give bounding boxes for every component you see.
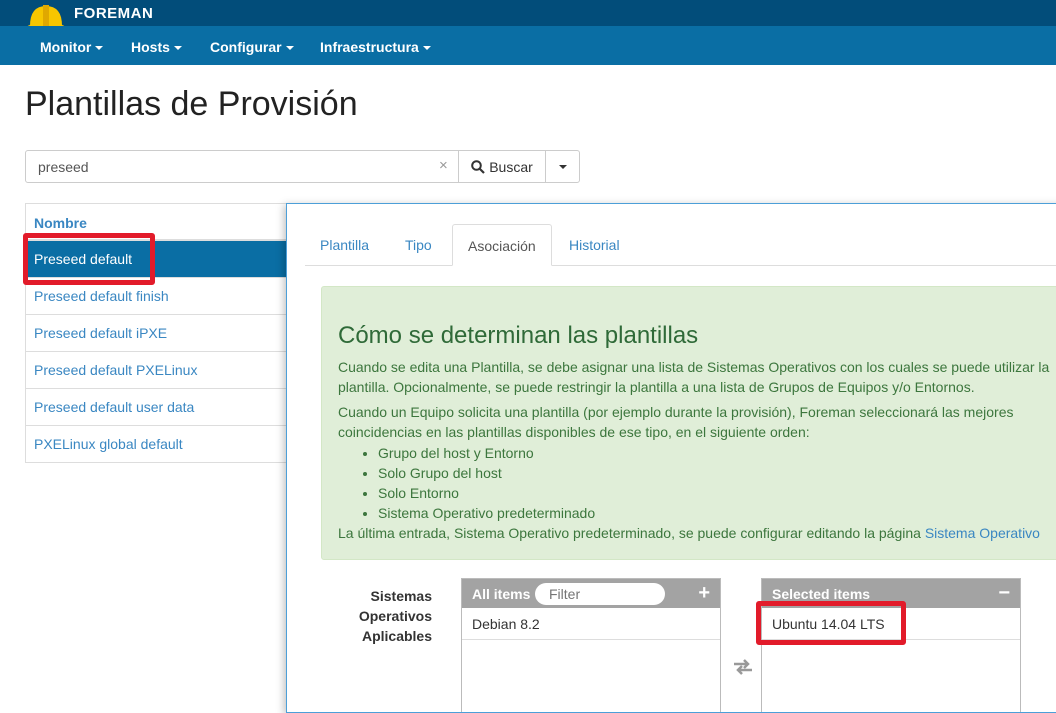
label-line: Sistemas (370, 588, 432, 604)
list-item-selected[interactable]: Preseed default (25, 241, 287, 278)
nav-monitor-label: Monitor (40, 39, 92, 55)
nav-configurar[interactable]: Configurar (210, 39, 294, 55)
applicable-os-label: Sistemas Operativos Aplicables (337, 586, 432, 646)
caret-down-icon (559, 165, 567, 169)
info-footer: La última entrada, Sistema Operativo pre… (338, 523, 1040, 543)
info-text: Cuando un Equipo solicita una plantilla … (338, 404, 1014, 420)
label-line: Operativos (358, 608, 432, 624)
order-item: Solo Grupo del host (378, 463, 595, 483)
os-link[interactable]: Sistema Operativo (925, 525, 1040, 541)
info-paragraph-1: Cuando se edita una Plantilla, se debe a… (338, 357, 1049, 397)
tab-bar: Plantilla Tipo Asociación Historial (305, 224, 1056, 266)
label-line: Aplicables (361, 628, 432, 644)
filter-input[interactable] (535, 583, 665, 605)
caret-down-icon (285, 46, 294, 51)
column-header-name[interactable]: Nombre (25, 203, 287, 241)
caret-down-icon (173, 46, 182, 51)
nav-hosts-label: Hosts (131, 39, 170, 55)
selected-items-title: Selected items (772, 586, 871, 602)
list-item[interactable]: Preseed default iPXE (25, 315, 287, 352)
order-list: Grupo del host y Entorno Solo Grupo del … (378, 443, 595, 523)
nav-hosts[interactable]: Hosts (131, 39, 182, 55)
nav-configurar-label: Configurar (210, 39, 282, 55)
add-all-icon[interactable]: + (698, 582, 710, 605)
list-item[interactable]: Preseed default finish (25, 278, 287, 315)
order-item: Solo Entorno (378, 483, 595, 503)
info-text: Cuando se edita una Plantilla, se debe a… (338, 359, 1050, 375)
info-paragraph-2: Cuando un Equipo solicita una plantilla … (338, 402, 1013, 442)
info-title: Cómo se determinan las plantillas (338, 322, 699, 349)
order-item: Sistema Operativo predeterminado (378, 503, 595, 523)
clear-search-icon[interactable]: × (439, 157, 448, 174)
search-icon (471, 159, 485, 174)
all-items-box: All items + Debian 8.2 (461, 578, 721, 712)
selected-items-header: Selected items − (762, 579, 1020, 608)
tab-tipo[interactable]: Tipo (390, 224, 447, 266)
list-item[interactable]: Debian 8.2 (462, 608, 720, 640)
list-item[interactable]: PXELinux global default (25, 426, 287, 463)
caret-down-icon (422, 46, 431, 51)
info-footer-text: La última entrada, Sistema Operativo pre… (338, 525, 925, 541)
template-edit-panel: Plantilla Tipo Asociación Historial Cómo… (286, 203, 1056, 713)
all-items-header: All items + (462, 579, 720, 608)
all-items-title: All items (472, 586, 531, 602)
brand-name[interactable]: FOREMAN (74, 5, 153, 22)
tab-asociacion[interactable]: Asociación (452, 224, 552, 266)
brand-bar: FOREMAN (0, 0, 1056, 31)
main-nav: Monitor Hosts Configurar Infraestructura (0, 26, 1056, 65)
templates-list: Nombre Preseed default Preseed default f… (25, 203, 287, 463)
info-alert: Cómo se determinan las plantillas Cuando… (321, 286, 1056, 560)
nav-monitor[interactable]: Monitor (40, 39, 104, 55)
remove-all-icon[interactable]: − (998, 582, 1010, 605)
search-button[interactable]: Buscar (458, 150, 546, 183)
search-button-label: Buscar (489, 158, 533, 175)
list-item[interactable]: Ubuntu 14.04 LTS (762, 608, 1020, 640)
search-dropdown-toggle[interactable] (545, 150, 580, 183)
page-title: Plantillas de Provisión (25, 85, 358, 123)
nav-infraestructura[interactable]: Infraestructura (320, 39, 431, 55)
swap-arrows-icon (734, 659, 752, 675)
search-input[interactable] (25, 150, 459, 183)
list-item[interactable]: Preseed default user data (25, 389, 287, 426)
order-item: Grupo del host y Entorno (378, 443, 595, 463)
info-text: plantilla. Opcionalmente, se puede restr… (338, 379, 975, 395)
tab-historial[interactable]: Historial (554, 224, 635, 266)
nav-infraestructura-label: Infraestructura (320, 39, 419, 55)
caret-down-icon (95, 46, 104, 51)
info-text: coincidencias en las plantillas disponib… (338, 424, 810, 440)
tab-plantilla[interactable]: Plantilla (305, 224, 384, 266)
list-item[interactable]: Preseed default PXELinux (25, 352, 287, 389)
selected-items-box: Selected items − Ubuntu 14.04 LTS (761, 578, 1021, 712)
